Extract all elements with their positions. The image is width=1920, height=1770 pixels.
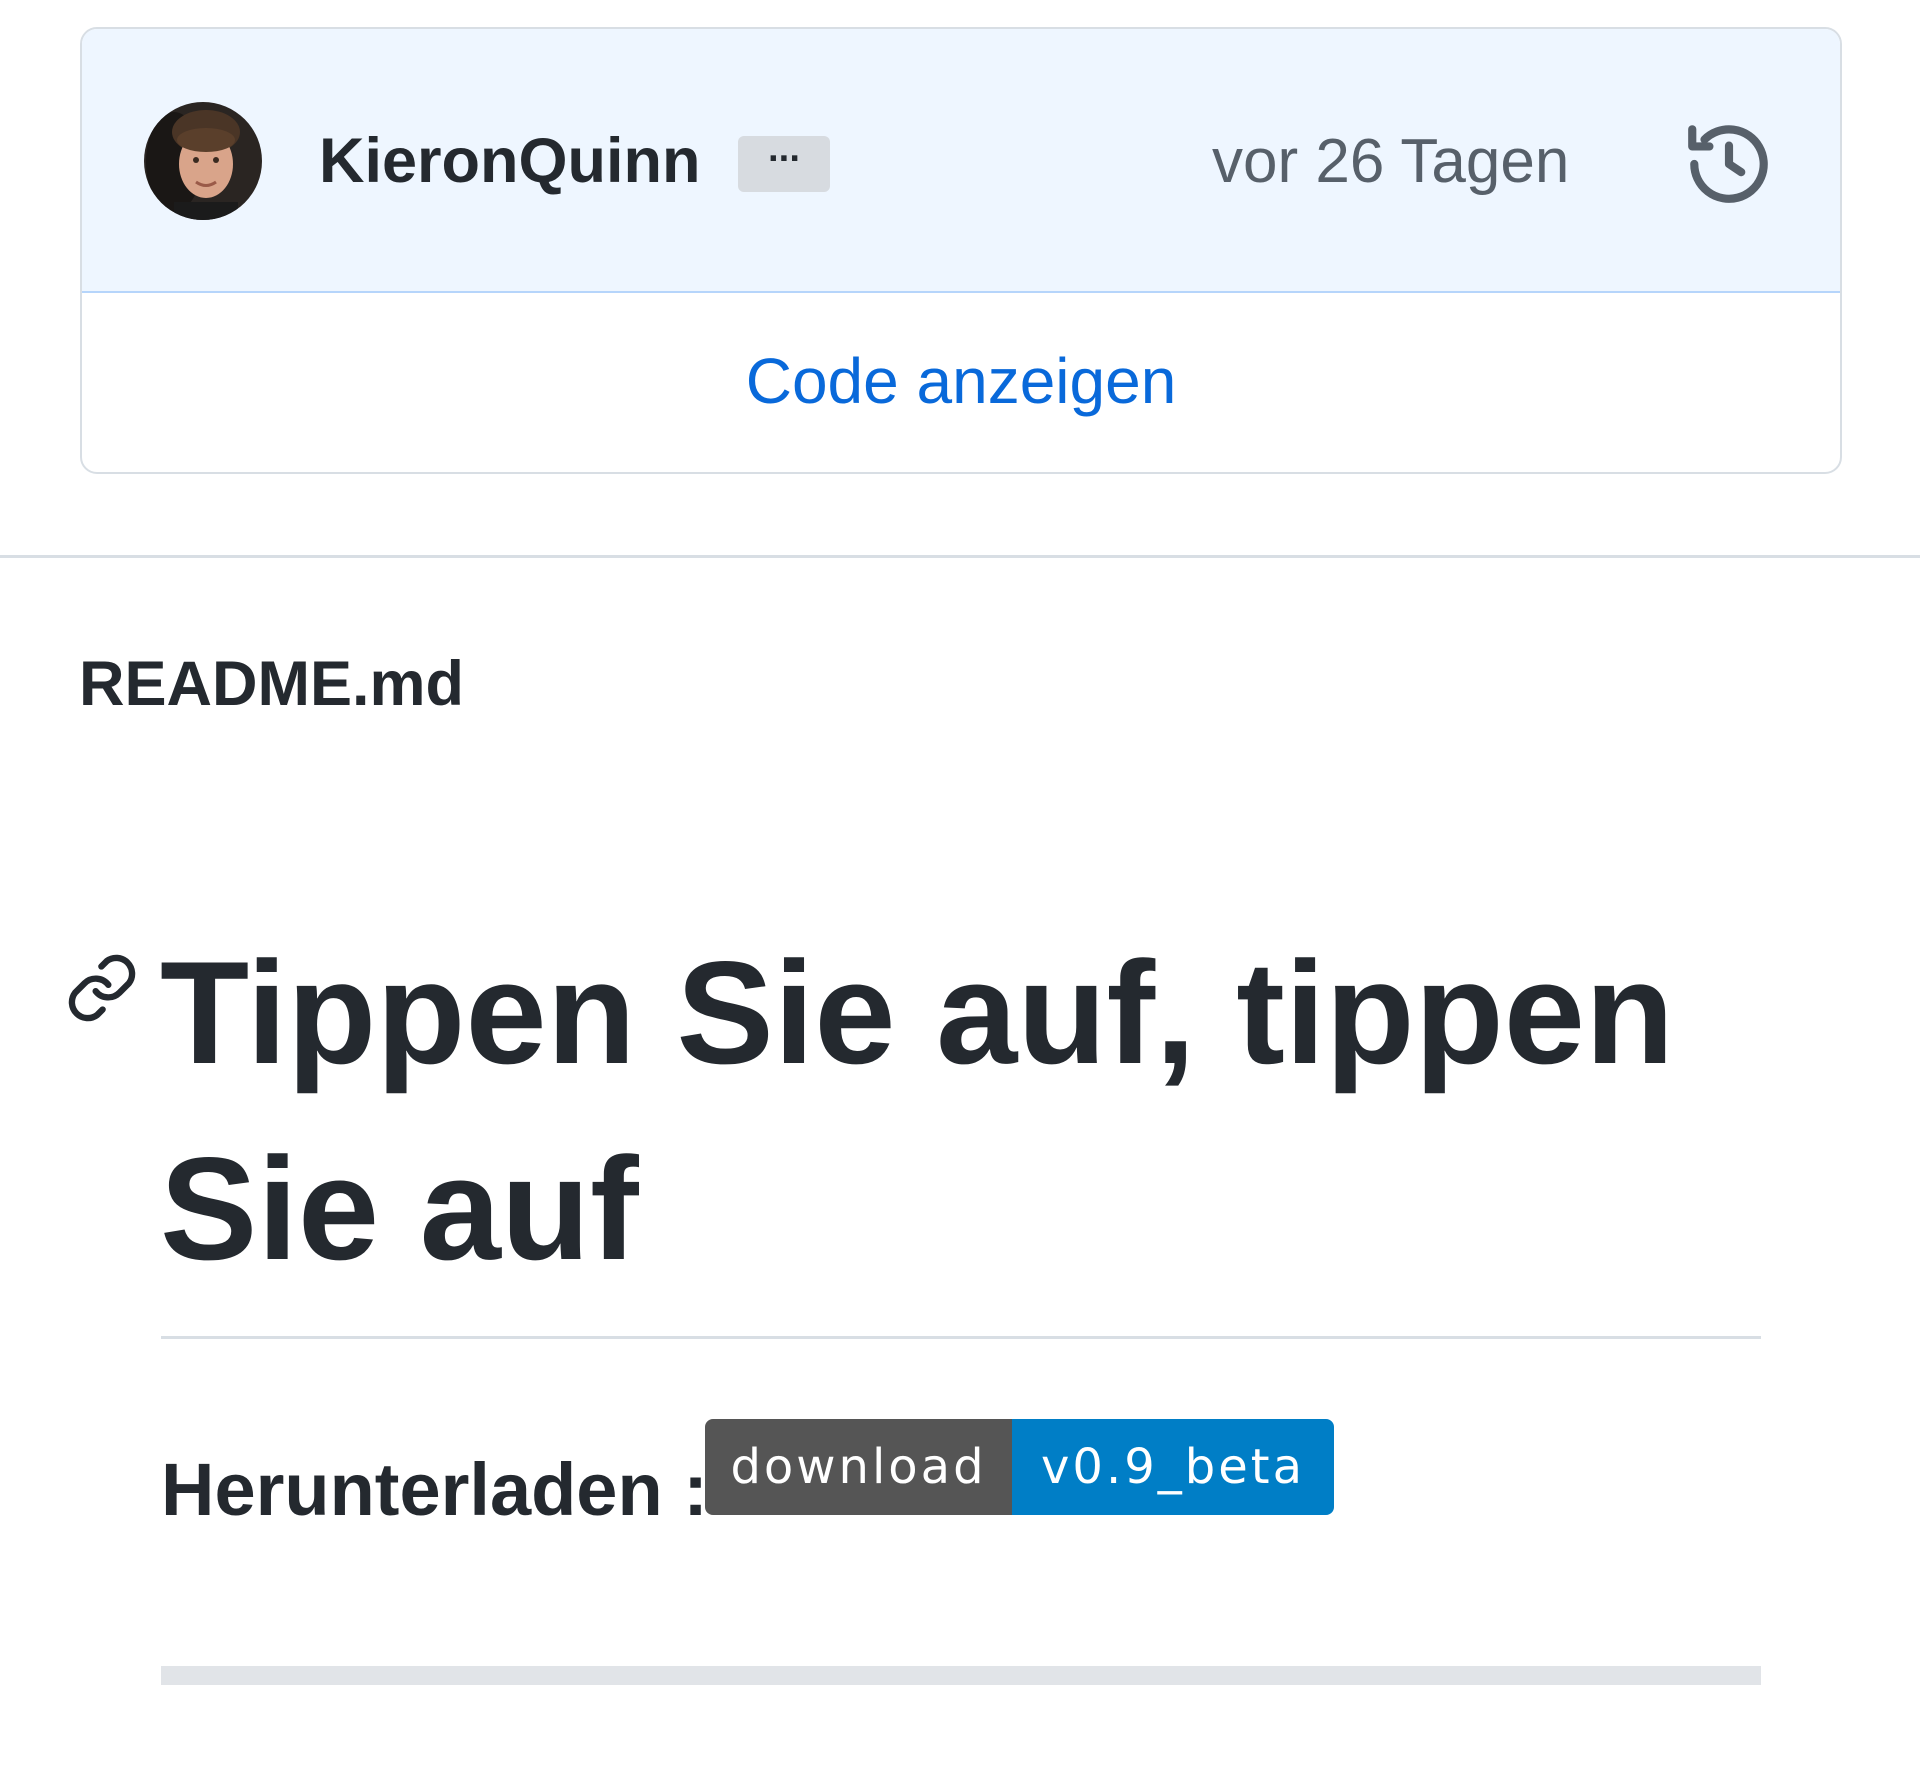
view-code-link[interactable]: Code anzeigen [82,293,1840,472]
section-divider [0,555,1920,558]
more-button[interactable]: ··· [738,136,830,192]
link-icon[interactable] [64,950,140,1026]
commit-author[interactable]: KieronQuinn [319,124,700,198]
download-badge[interactable]: download v0.9_beta [705,1419,1334,1515]
readme-heading: Tippen Sie auf, tippen Sie auf [160,931,1675,1290]
badge-value: v0.9_beta [1012,1419,1334,1515]
download-label: Herunterladen : [161,1448,708,1531]
horizontal-rule [161,1666,1761,1685]
heading-divider [161,1336,1761,1339]
readme-filename: README.md [79,649,465,719]
commit-box: KieronQuinn ··· vor 26 Tagen Code anzeig… [80,27,1842,474]
badge-label: download [705,1419,1012,1515]
history-icon[interactable] [1680,115,1778,213]
commit-time: vor 26 Tagen [1212,127,1570,196]
commit-header: KieronQuinn ··· vor 26 Tagen [82,29,1840,293]
avatar[interactable] [144,102,262,220]
